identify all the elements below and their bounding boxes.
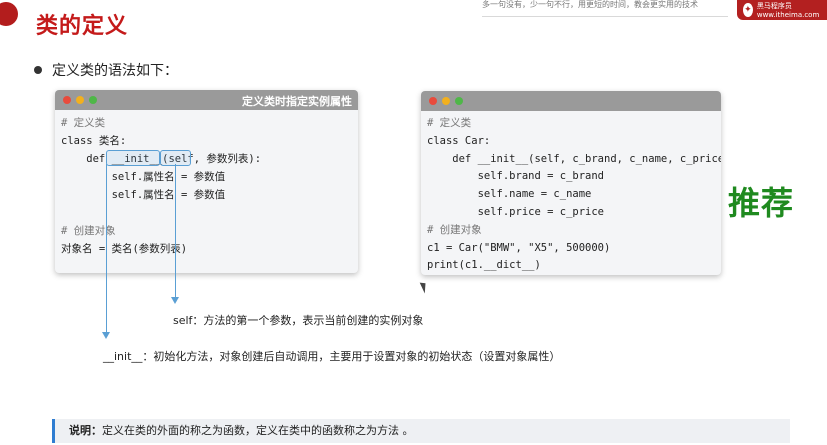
right-code-block: # 定义类 class Car: def __init__(self, c_br… — [421, 111, 721, 275]
code-line: def __init__(self, c_brand, c_name, c_pr… — [427, 152, 721, 165]
maximize-dot-icon — [89, 96, 97, 104]
logo-text: 黑马程序员 www.itheima.com — [756, 2, 820, 19]
code-line: self.price = c_price — [427, 205, 605, 218]
init-connector-line — [106, 164, 107, 334]
close-dot-icon — [63, 96, 71, 104]
mouse-cursor-icon — [419, 280, 430, 294]
code-line: c1 = Car("BMW", "X5", 500000) — [427, 241, 611, 254]
note-box: 说明：定义在类的外面的称之为函数，定义在类中的函数称之为方法 。 — [52, 419, 790, 443]
bullet-item: 定义类的语法如下： — [34, 60, 178, 80]
bullet-dot-icon — [34, 66, 42, 74]
code-line: # 创建对象 — [61, 225, 116, 237]
recommend-label: 推荐 — [728, 184, 795, 222]
code-line: self.name = c_name — [427, 188, 592, 201]
left-window-title: 定义类时指定实例属性 — [242, 95, 352, 108]
slogan-strip: 多一句没有，少一句不行，用更短的时间，教会更实用的技术 — [482, 0, 728, 17]
close-dot-icon — [429, 97, 437, 105]
init-annotation: __init__：初始化方法，对象创建后自动调用，主要用于设置对象的初始状态（设… — [103, 350, 561, 363]
brand-logo: ✦ 黑马程序员 www.itheima.com — [737, 0, 827, 20]
code-line: self.属性名 = 参数值 — [61, 171, 226, 183]
code-line: # 定义类 — [427, 117, 472, 129]
code-line: class Car: — [427, 134, 491, 147]
note-label: 说明： — [69, 424, 102, 437]
code-line: class 类名: — [61, 135, 127, 147]
right-window-titlebar — [421, 91, 721, 111]
init-highlight — [106, 150, 160, 166]
code-line: self.属性名 = 参数值 — [61, 189, 226, 201]
page-title: 类的定义 — [36, 14, 129, 39]
logo-icon: ✦ — [743, 3, 753, 17]
code-line: # 定义类 — [61, 117, 106, 129]
self-connector-line — [175, 164, 176, 299]
code-line: self.brand = c_brand — [427, 170, 605, 183]
note-text: 定义在类的外面的称之为函数，定义在类中的函数称之为方法 。 — [102, 424, 414, 437]
left-code-block: # 定义类 class 类名: def __init__(self, 参数列表)… — [55, 110, 358, 258]
minimize-dot-icon — [442, 97, 450, 105]
init-arrow-icon — [102, 332, 110, 339]
code-line: print(c1.__dict__) — [427, 259, 541, 272]
right-code-window: # 定义类 class Car: def __init__(self, c_br… — [421, 91, 721, 275]
left-window-titlebar: 定义类时指定实例属性 — [55, 90, 358, 110]
maximize-dot-icon — [455, 97, 463, 105]
left-code-window: 定义类时指定实例属性 # 定义类 class 类名: def __init__(… — [55, 90, 358, 273]
title-marker — [0, 2, 18, 26]
code-line: # 创建对象 — [427, 223, 482, 236]
code-line: 对象名 = 类名(参数列表) — [61, 243, 188, 255]
bullet-text: 定义类的语法如下： — [52, 63, 178, 79]
self-arrow-icon — [171, 297, 179, 304]
minimize-dot-icon — [76, 96, 84, 104]
self-annotation: self：方法的第一个参数，表示当前创建的实例对象 — [173, 314, 424, 327]
